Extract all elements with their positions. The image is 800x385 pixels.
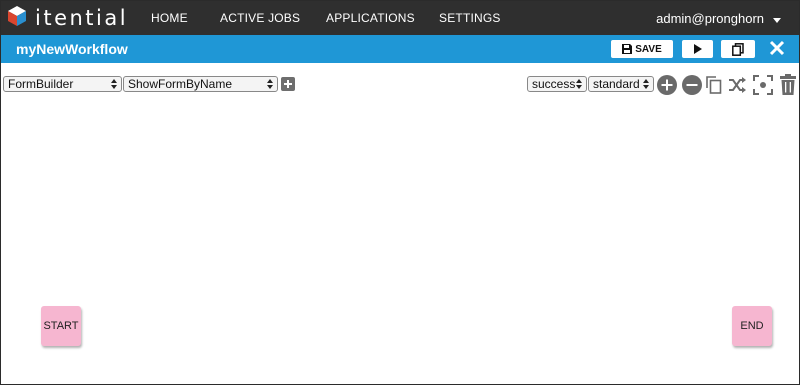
- task-select[interactable]: ShowFormByName: [123, 76, 278, 92]
- end-node[interactable]: END: [732, 306, 772, 346]
- start-node-label: START: [43, 320, 79, 332]
- save-label: SAVE: [635, 43, 662, 55]
- workflow-canvas[interactable]: [1, 97, 799, 384]
- itential-logo-icon: [7, 5, 27, 32]
- shuffle-icon: [728, 76, 746, 99]
- copy-button[interactable]: [721, 40, 755, 58]
- transition-select[interactable]: standard: [588, 76, 654, 92]
- end-node-label: END: [740, 320, 764, 332]
- brand-name: itential: [35, 6, 129, 30]
- status-select[interactable]: success: [527, 76, 587, 92]
- user-menu[interactable]: admin@pronghorn: [656, 11, 781, 26]
- select-arrows-icon: [111, 79, 117, 89]
- nav-applications[interactable]: APPLICATIONS: [326, 11, 415, 25]
- select-arrows-icon: [267, 79, 273, 89]
- application-select-value: FormBuilder: [8, 77, 74, 91]
- start-node[interactable]: START: [41, 306, 81, 346]
- copy-icon: [732, 42, 744, 56]
- shuffle-button[interactable]: [728, 76, 746, 99]
- top-nav: itential HOME ACTIVE JOBS APPLICATIONS S…: [1, 1, 799, 35]
- select-arrows-icon: [643, 79, 649, 89]
- status-select-value: success: [532, 77, 576, 91]
- nav-home[interactable]: HOME: [151, 11, 188, 25]
- duplicate-icon: [706, 76, 722, 99]
- save-button[interactable]: SAVE: [611, 40, 673, 58]
- add-task-button[interactable]: [281, 77, 295, 96]
- app-window: itential HOME ACTIVE JOBS APPLICATIONS S…: [0, 0, 800, 385]
- nav-active-jobs[interactable]: ACTIVE JOBS: [220, 11, 300, 25]
- chevron-down-icon: [773, 17, 781, 23]
- floppy-disk-icon: [622, 44, 633, 54]
- nav-settings[interactable]: SETTINGS: [439, 11, 501, 25]
- transition-select-value: standard: [593, 77, 640, 91]
- workflow-title: myNewWorkflow: [16, 41, 128, 57]
- close-icon[interactable]: [769, 39, 785, 62]
- select-arrows-icon: [576, 79, 582, 89]
- run-button[interactable]: [682, 40, 713, 58]
- application-select[interactable]: FormBuilder: [3, 76, 122, 92]
- workflow-header: myNewWorkflow SAVE: [1, 35, 799, 63]
- task-select-value: ShowFormByName: [128, 77, 233, 91]
- user-name: admin@pronghorn: [656, 11, 764, 26]
- brand-logo[interactable]: itential: [7, 5, 129, 32]
- duplicate-button[interactable]: [706, 76, 722, 99]
- play-icon: [693, 44, 702, 54]
- plus-square-icon: [281, 77, 295, 96]
